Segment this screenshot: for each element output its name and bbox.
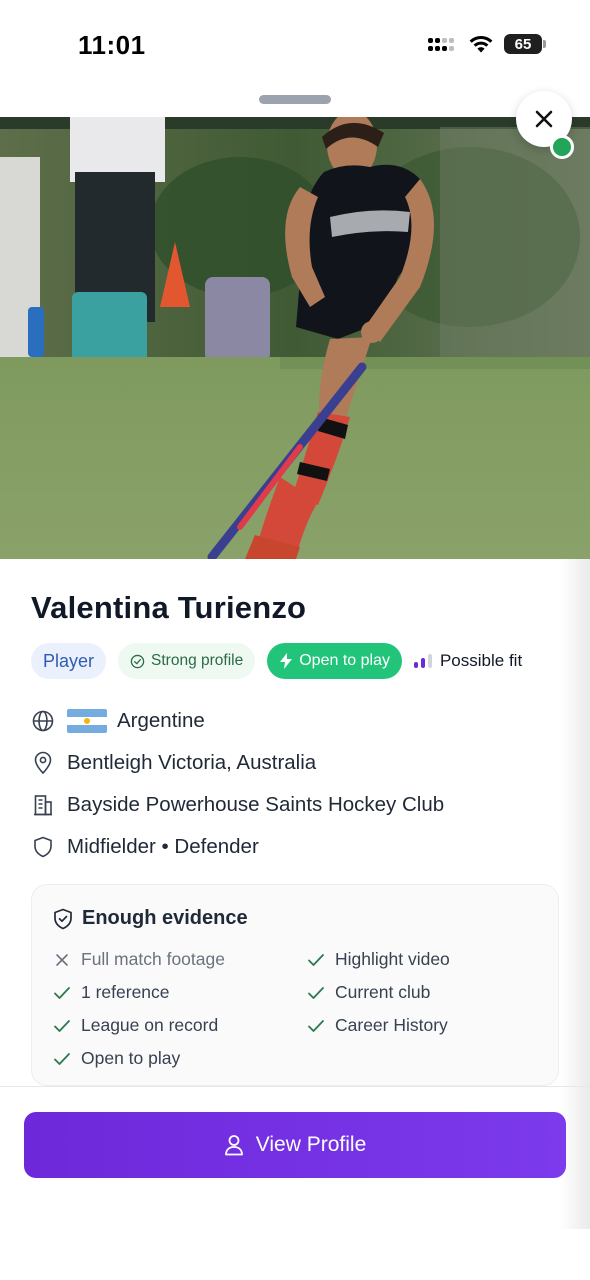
building-icon bbox=[31, 793, 55, 817]
positions-row: Midfielder • Defender bbox=[31, 826, 571, 868]
lightning-icon bbox=[280, 653, 293, 669]
x-icon bbox=[52, 950, 72, 970]
profile-tags: Player Strong profile Open to play Possi… bbox=[31, 643, 522, 679]
evidence-item-reference: 1 reference bbox=[52, 976, 306, 1009]
check-icon bbox=[306, 950, 326, 970]
battery-icon: 65 bbox=[504, 34, 546, 54]
evidence-item-label: Open to play bbox=[81, 1048, 181, 1068]
map-pin-icon bbox=[31, 751, 55, 775]
player-photo-illustration bbox=[0, 117, 590, 559]
check-icon bbox=[52, 1049, 72, 1069]
view-profile-button[interactable]: View Profile bbox=[24, 1112, 566, 1178]
user-icon bbox=[224, 1135, 243, 1156]
nationality-row: Argentine bbox=[31, 700, 571, 742]
status-time: 11:01 bbox=[78, 30, 146, 60]
evidence-item-label: Full match footage bbox=[81, 949, 225, 969]
globe-icon bbox=[31, 709, 55, 733]
evidence-title: Enough evidence bbox=[82, 907, 248, 929]
evidence-checklist: Full match footage Highlight video 1 ref… bbox=[52, 943, 536, 1075]
location-row: Bentleigh Victoria, Australia bbox=[31, 742, 571, 784]
status-bar: 11:01 65 bbox=[0, 0, 590, 90]
evidence-item-career-history: Career History bbox=[306, 1009, 536, 1042]
player-info-list: Argentine Bentleigh Victoria, Australia bbox=[31, 700, 571, 868]
evidence-item-label: Current club bbox=[335, 982, 431, 1002]
sheet-drag-handle[interactable] bbox=[259, 95, 331, 104]
club-row: Bayside Powerhouse Saints Hockey Club bbox=[31, 784, 571, 826]
evidence-item-label: Highlight video bbox=[335, 949, 450, 969]
shield-icon bbox=[31, 835, 55, 859]
check-icon bbox=[306, 1016, 326, 1036]
evidence-item-label: 1 reference bbox=[81, 982, 170, 1002]
argentina-flag-icon bbox=[67, 709, 107, 733]
close-icon bbox=[535, 110, 553, 128]
evidence-item-league-on-record: League on record bbox=[52, 1009, 306, 1042]
evidence-item-full-match-footage: Full match footage bbox=[52, 943, 306, 976]
role-tag: Player bbox=[31, 643, 107, 679]
positions-text: Midfielder • Defender bbox=[67, 835, 259, 858]
club-text: Bayside Powerhouse Saints Hockey Club bbox=[67, 793, 445, 816]
check-icon bbox=[306, 983, 326, 1003]
check-icon bbox=[52, 983, 72, 1003]
check-circle-icon bbox=[130, 654, 145, 668]
status-icons: 65 bbox=[428, 33, 546, 55]
evidence-item-label: Career History bbox=[335, 1015, 448, 1035]
role-tag-label: Player bbox=[43, 650, 95, 671]
open-to-play-label: Open to play bbox=[299, 652, 390, 669]
wifi-icon bbox=[469, 35, 493, 53]
fit-bars-icon bbox=[413, 654, 432, 668]
nationality-text: Argentine bbox=[117, 709, 205, 732]
player-photo bbox=[0, 117, 590, 559]
battery-level: 65 bbox=[514, 35, 532, 53]
shield-check-icon bbox=[54, 908, 72, 929]
view-profile-label: View Profile bbox=[255, 1133, 367, 1156]
location-text: Bentleigh Victoria, Australia bbox=[67, 751, 317, 774]
evidence-item-current-club: Current club bbox=[306, 976, 536, 1009]
strong-profile-label: Strong profile bbox=[151, 652, 244, 669]
open-to-play-tag: Open to play bbox=[267, 643, 402, 679]
check-icon bbox=[52, 1016, 72, 1036]
evidence-header: Enough evidence bbox=[52, 907, 248, 930]
fit-indicator: Possible fit bbox=[413, 643, 523, 679]
evidence-card: Enough evidence Full match footage Highl… bbox=[31, 884, 559, 1086]
player-profile-sheet: 11:01 65 Valentina Turienzo Player Stron… bbox=[0, 0, 590, 1280]
cellular-signal-icon bbox=[428, 34, 458, 54]
evidence-item-open-to-play: Open to play bbox=[52, 1042, 306, 1075]
online-status-dot bbox=[550, 135, 574, 159]
evidence-item-label: League on record bbox=[81, 1015, 219, 1035]
footer-divider bbox=[0, 1086, 590, 1087]
evidence-item-highlight-video: Highlight video bbox=[306, 943, 536, 976]
strong-profile-tag: Strong profile bbox=[118, 643, 256, 679]
fit-label: Possible fit bbox=[439, 651, 523, 670]
player-name: Valentina Turienzo bbox=[31, 590, 307, 625]
